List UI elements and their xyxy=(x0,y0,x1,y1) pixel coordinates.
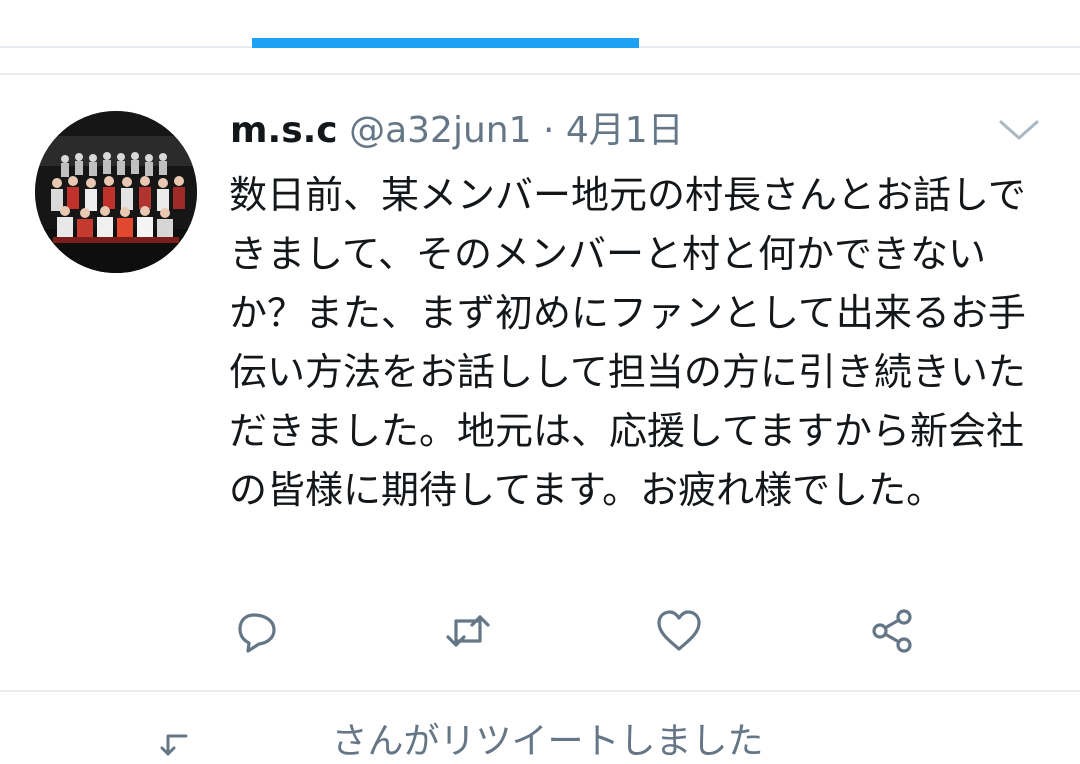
retweet-button[interactable] xyxy=(442,605,494,657)
retweet-icon xyxy=(160,734,188,756)
tab-bar xyxy=(0,0,1080,48)
author-name[interactable]: m.s.c xyxy=(230,110,338,151)
tweet-actions xyxy=(0,605,1080,661)
tweet-text: 数日前、某メンバー地元の村長さんとお話しできまして、そのメンバーと村と何かできな… xyxy=(229,173,1026,512)
chevron-down-icon[interactable] xyxy=(998,118,1040,142)
retweet-icon xyxy=(446,615,490,647)
active-tab-indicator[interactable] xyxy=(252,38,639,48)
reply-button[interactable] xyxy=(232,605,284,657)
divider xyxy=(0,690,1080,692)
meta-separator: · xyxy=(531,110,566,151)
author-handle[interactable]: @a32jun1 xyxy=(349,110,531,151)
retweet-context: さんがリツイートしました xyxy=(160,712,763,762)
share-button[interactable] xyxy=(866,605,918,657)
share-icon xyxy=(872,609,912,653)
divider xyxy=(0,73,1080,75)
like-icon xyxy=(657,610,701,651)
retweet-context-text: さんがリツイートしました xyxy=(331,721,764,762)
avatar[interactable] xyxy=(35,111,197,273)
tweet-header: m.s.c @a32jun1 · 4月1日 xyxy=(230,108,684,154)
reply-icon xyxy=(238,613,276,653)
tweet-date[interactable]: 4月1日 xyxy=(566,110,684,151)
like-button[interactable] xyxy=(653,605,705,657)
